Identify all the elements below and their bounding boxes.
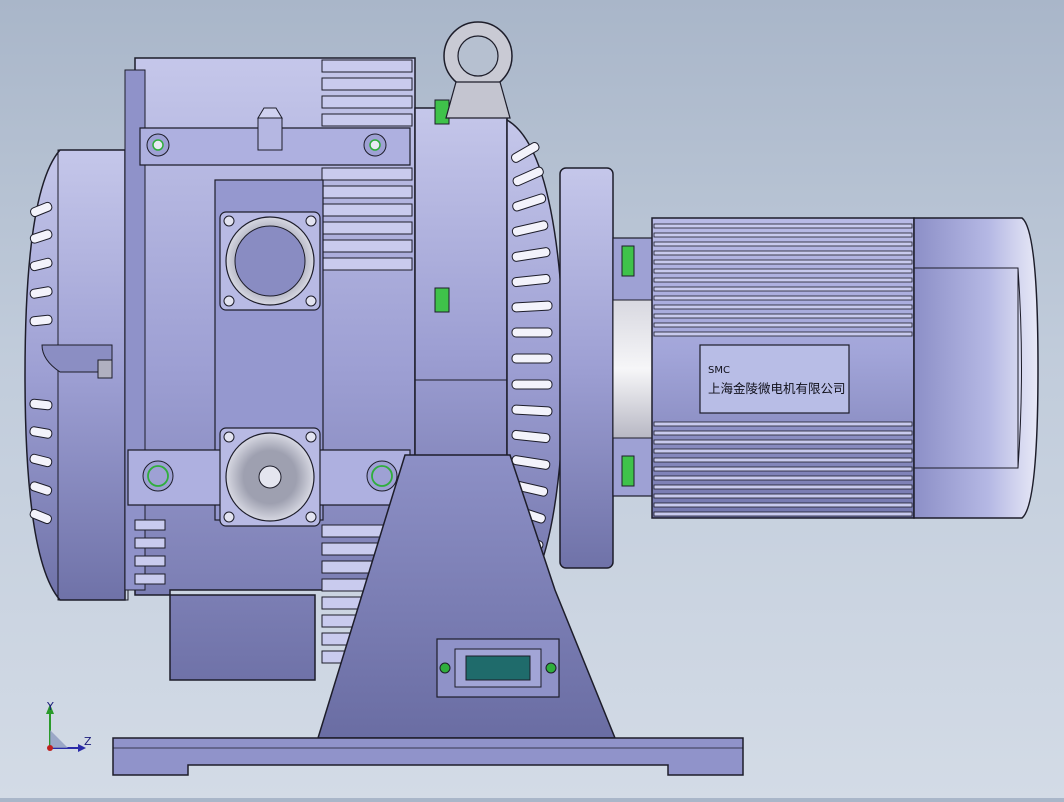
motor-fin — [653, 457, 913, 463]
shaft-coupling — [612, 299, 654, 439]
motor-fin — [653, 295, 913, 301]
motor-fin — [653, 439, 913, 445]
motor-fin — [653, 331, 913, 337]
motor-fin — [653, 268, 913, 274]
motor-fin — [653, 493, 913, 499]
motor-fin — [653, 502, 913, 508]
motor-flange[interactable] — [559, 167, 654, 569]
triad-z-label: Z — [84, 735, 92, 748]
bracket-bolt-right — [363, 133, 387, 157]
motor-fin — [653, 466, 913, 472]
motor-fin — [653, 259, 913, 265]
motor-fin — [653, 223, 913, 229]
lower-bolt-left — [142, 460, 174, 492]
motor-fin — [653, 313, 913, 319]
green-fastener-flange-top — [621, 245, 635, 277]
bracket-bolt-left — [146, 133, 170, 157]
motor-fin — [653, 448, 913, 454]
panel-screw-right — [545, 662, 557, 674]
motor-fin — [653, 241, 913, 247]
inlet-port-flange[interactable] — [219, 211, 321, 311]
panel-screw-left — [439, 662, 451, 674]
motor-fin — [653, 421, 913, 427]
nameplate-manufacturer: 上海金陵微电机有限公司 — [708, 381, 846, 396]
motor-fin — [653, 484, 913, 490]
motor-fin — [653, 250, 913, 256]
motor-fin — [653, 475, 913, 481]
motor-fin — [653, 304, 913, 310]
motor-end-cap — [913, 217, 1039, 519]
triad-y-label: Y — [46, 700, 54, 713]
inlet-cover[interactable] — [24, 149, 129, 601]
nameplate-brand: SMC — [708, 365, 730, 376]
motor-fin — [653, 322, 913, 328]
motor-fin — [653, 286, 913, 292]
motor-nameplate: SMC 上海金陵微电机有限公司 — [699, 344, 850, 414]
outlet-port-flange[interactable] — [219, 427, 321, 527]
cad-viewport[interactable]: SMC 上海金陵微电机有限公司 Y Z — [0, 0, 1064, 798]
motor-fin — [653, 430, 913, 436]
stand-display-panel[interactable] — [436, 638, 560, 698]
motor-fin — [653, 232, 913, 238]
green-fastener-mid — [434, 287, 450, 313]
lifting-eye[interactable] — [443, 21, 513, 119]
lcd-display — [465, 655, 531, 681]
lower-bolt-right — [366, 460, 398, 492]
hex-plug[interactable] — [257, 107, 283, 151]
motor-fin — [653, 277, 913, 283]
axis-triad: Y Z — [46, 700, 92, 752]
vortex-blower-model[interactable]: SMC 上海金陵微电机有限公司 Y Z — [0, 0, 1064, 798]
green-fastener-top — [434, 99, 450, 125]
motor-fin — [653, 511, 913, 517]
green-fastener-flange-bottom — [621, 455, 635, 487]
